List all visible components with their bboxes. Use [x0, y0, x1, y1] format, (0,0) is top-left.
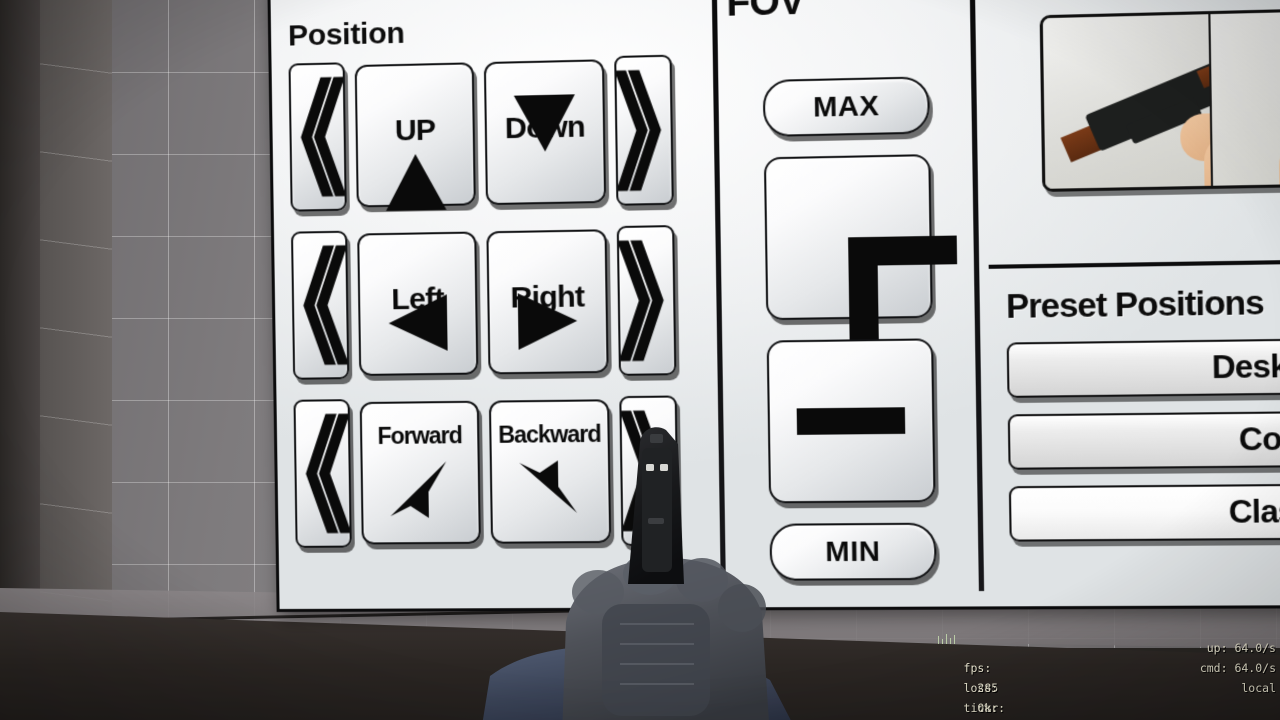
double-chevron-right-icon[interactable]: [614, 54, 674, 206]
viewmodel-preview-left[interactable]: [1042, 14, 1214, 189]
fov-max-button[interactable]: MAX: [762, 76, 931, 137]
fov-decrease-button[interactable]: [766, 338, 936, 504]
chevron-right-glyph: [618, 240, 665, 362]
arrow-right-icon: [517, 292, 578, 350]
preset-positions-title: Preset Positions: [1005, 283, 1264, 326]
tick-label: tick:: [963, 701, 999, 715]
fov-min-label: MIN: [825, 535, 881, 568]
chevron-right-glyph: [616, 69, 663, 192]
viewmodel-config-board: crashz Position UP: [267, 0, 1280, 613]
double-chevron-right-icon[interactable]: [616, 225, 677, 376]
net-graph-line-2: loss: 0% choke: 0% cmd: 64.0/s: [922, 658, 1280, 715]
position-button-rows: UP Down Left Right Forward Backward: [288, 54, 713, 548]
chevron-left-glyph: [303, 244, 348, 365]
net-graph-line-3: tick: 64.0 sv: 0.9 +- 0.9 ms var: 0.199 …: [922, 678, 1280, 715]
server-type: local: [1241, 681, 1276, 695]
double-chevron-left-icon[interactable]: [288, 62, 347, 212]
position-forward-button[interactable]: Forward: [359, 400, 481, 545]
double-chevron-left-icon[interactable]: [290, 230, 350, 380]
position-left-button[interactable]: Left: [357, 231, 479, 376]
fov-panel-title: FOV: [726, 0, 805, 25]
double-chevron-right-icon[interactable]: [619, 395, 679, 546]
chevron-left-glyph: [300, 76, 345, 197]
chevron-right-glyph: [621, 410, 668, 532]
preset-classic-label: Classic: [1228, 492, 1280, 530]
fov-max-label: MAX: [812, 89, 880, 123]
position-up-label: UP: [394, 113, 436, 148]
arrow-diagonal-up-left-icon: [513, 454, 587, 521]
position-panel: Position UP Down Left Right Forward Back…: [288, 9, 715, 580]
arrow-down-icon: [513, 94, 576, 153]
cmd-rate: cmd: 64.0/s: [1199, 661, 1276, 675]
chevron-left-glyph: [305, 412, 350, 534]
position-backward-button[interactable]: Backward: [488, 399, 612, 544]
fov-panel: FOV MAX MIN: [726, 0, 972, 592]
preset-classic-button[interactable]: Classic: [1008, 483, 1280, 542]
position-right-button[interactable]: Right: [486, 229, 609, 375]
minus-icon: [796, 407, 906, 435]
preset-couch-button[interactable]: Couch: [1007, 410, 1280, 470]
position-row-depth: Forward Backward: [293, 395, 713, 548]
position-row-vertical: UP Down: [288, 54, 708, 212]
viewmodel-preview-group[interactable]: [1039, 6, 1280, 192]
position-forward-label: Forward: [377, 421, 463, 449]
fov-controls: MAX MIN: [728, 75, 973, 581]
viewmodel-preview-right[interactable]: [1210, 10, 1280, 186]
preset-desktop-label: Desktop: [1211, 347, 1280, 386]
preset-couch-label: Couch: [1238, 420, 1280, 458]
position-row-lateral: Left Right: [290, 224, 711, 380]
upload-rate: up: 64.0/s: [1206, 641, 1276, 655]
net-graph-overlay: fps: 285 var: 0.2 ms ping: 0 ms up: 64.0…: [908, 634, 1280, 715]
arrow-up-icon: [385, 153, 447, 211]
preset-positions-panel: Preset Positions Desktop Couch Classic: [988, 259, 1280, 575]
arrow-left-icon: [388, 294, 448, 352]
fov-increase-button[interactable]: [763, 154, 958, 344]
position-up-button[interactable]: UP: [354, 62, 476, 211]
position-down-button[interactable]: Down: [483, 59, 607, 206]
game-scene: crashz Position UP: [0, 0, 1280, 720]
preset-desktop-button[interactable]: Desktop: [1006, 337, 1280, 398]
lefthand-panel: Lefthand / P: [984, 0, 1280, 587]
position-backward-label: Backward: [497, 420, 601, 448]
fov-min-button[interactable]: MIN: [769, 522, 937, 581]
net-graph-line-1: fps: 285 var: 0.2 ms ping: 0 ms up: 64.0…: [922, 638, 1280, 715]
double-chevron-left-icon[interactable]: [293, 399, 352, 548]
arrow-diagonal-down-left-icon: [384, 455, 458, 522]
